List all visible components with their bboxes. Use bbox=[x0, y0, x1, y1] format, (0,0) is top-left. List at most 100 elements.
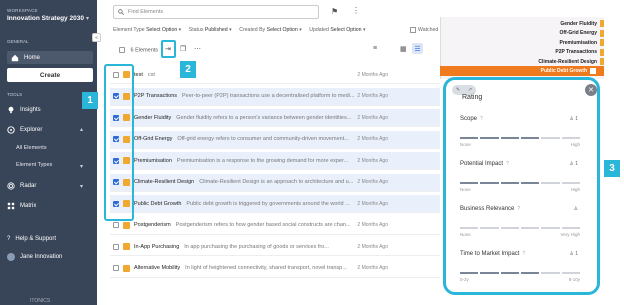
row-title[interactable]: In-App Purchasing bbox=[134, 244, 179, 250]
element-types-chevron-icon[interactable]: ▾ bbox=[80, 163, 83, 170]
info-icon[interactable]: ? bbox=[480, 116, 483, 122]
workspace-name[interactable]: Innovation Strategy 2030 bbox=[7, 15, 84, 22]
rating-segment[interactable] bbox=[541, 272, 560, 274]
rating-segment[interactable] bbox=[480, 182, 499, 184]
panel-scrollbar[interactable] bbox=[598, 140, 600, 164]
row-description: Off-grid energy refers to consumer and c… bbox=[177, 136, 349, 142]
select-all-checkbox[interactable] bbox=[119, 47, 125, 53]
sidebar-item-matrix[interactable]: Matrix bbox=[7, 202, 36, 210]
create-button[interactable]: Create bbox=[7, 68, 93, 82]
rating-segment[interactable] bbox=[541, 137, 560, 139]
rating-segment[interactable] bbox=[460, 272, 479, 274]
radar-chevron-icon[interactable]: ▾ bbox=[80, 183, 83, 190]
list-item[interactable]: Postgenderism Postgenderism refers to ho… bbox=[110, 217, 440, 235]
rating-segment[interactable] bbox=[460, 182, 479, 184]
sidebar-item-element-types[interactable]: Element Types bbox=[16, 162, 52, 168]
explorer-chevron-icon[interactable]: ▴ bbox=[80, 126, 83, 133]
element-type-icon bbox=[123, 221, 130, 229]
rating-segment[interactable] bbox=[561, 227, 580, 229]
sidebar-item-radar[interactable]: Radar bbox=[7, 182, 36, 190]
sidebar-item-home[interactable]: Home bbox=[7, 51, 93, 64]
rating-bar[interactable] bbox=[460, 227, 580, 229]
rating-segment[interactable] bbox=[520, 227, 540, 229]
rating-segment[interactable] bbox=[480, 272, 499, 274]
more-options-icon[interactable]: ⋮ bbox=[352, 6, 360, 15]
status-select[interactable]: Published bbox=[205, 27, 228, 33]
created-by-select[interactable]: Select Option bbox=[267, 27, 298, 33]
active-tag[interactable]: Public Debt Growth bbox=[440, 66, 604, 76]
tag-item[interactable]: P2P Transactions bbox=[555, 48, 604, 56]
edit-icon[interactable]: ✎ bbox=[456, 87, 460, 93]
row-title[interactable]: Gender Fluidity bbox=[134, 115, 171, 121]
info-icon[interactable]: ? bbox=[522, 251, 525, 257]
collapse-sidebar-button[interactable]: « bbox=[92, 33, 101, 42]
updated-select[interactable]: Select Option bbox=[330, 27, 361, 33]
tag-item[interactable]: Off-Grid Energy bbox=[559, 29, 604, 37]
search-input[interactable]: Find Elements bbox=[113, 5, 319, 19]
rating-segment[interactable] bbox=[480, 227, 499, 229]
rating-segment[interactable] bbox=[561, 272, 580, 274]
list-item[interactable]: In-App Purchasing In app purchasing the … bbox=[110, 238, 440, 256]
list-item[interactable]: Off-Grid Energy Off-grid energy refers t… bbox=[110, 130, 440, 149]
row-updated: 2 Months Ago bbox=[357, 243, 388, 250]
expand-icon[interactable]: ↗ bbox=[468, 87, 472, 93]
sidebar-user[interactable]: Jane Innovation bbox=[7, 253, 62, 261]
rating-segment[interactable] bbox=[520, 272, 540, 274]
list-item[interactable]: Alternative Mobility In light of heighte… bbox=[110, 260, 440, 278]
rating-segment[interactable] bbox=[500, 272, 519, 274]
sidebar-item-all-elements[interactable]: All Elements bbox=[16, 145, 47, 151]
bookmark-icon[interactable]: ⚑ bbox=[331, 7, 338, 16]
rating-segment[interactable] bbox=[541, 227, 560, 229]
list-item[interactable]: P2P Transactions Peer-to-peer (P2P) tran… bbox=[110, 87, 440, 106]
tag-item[interactable]: Gender Fluidity bbox=[560, 20, 604, 27]
list-item[interactable]: Gender Fluidity Gender fluidity refers t… bbox=[110, 109, 440, 127]
rating-segment[interactable] bbox=[500, 182, 519, 184]
rating-segment[interactable] bbox=[561, 182, 580, 184]
tag-item[interactable]: Premiumisation bbox=[559, 39, 604, 46]
rating-segment[interactable] bbox=[460, 137, 479, 139]
more-actions-icon[interactable]: ⋯ bbox=[194, 45, 201, 53]
rating-segment[interactable] bbox=[460, 227, 479, 229]
rating-segment[interactable] bbox=[500, 227, 519, 229]
row-title[interactable]: Premiumisation bbox=[134, 158, 172, 164]
sidebar-item-explorer[interactable]: Explorer bbox=[7, 126, 42, 134]
row-title[interactable]: Public Debt Growth bbox=[134, 201, 181, 207]
rating-segment[interactable] bbox=[520, 182, 540, 184]
sidebar-item-help[interactable]: ? Help & Support bbox=[7, 236, 56, 242]
grid-view-icon[interactable]: ▦ bbox=[400, 45, 407, 53]
rating-segment[interactable] bbox=[480, 137, 499, 139]
tag-item[interactable]: Climate-Resilient Design bbox=[538, 58, 604, 65]
row-title[interactable]: Off-Grid Energy bbox=[134, 136, 172, 142]
row-title[interactable]: Postgenderism bbox=[134, 222, 171, 228]
sort-icon[interactable]: ≡ bbox=[373, 45, 377, 52]
list-view-icon[interactable]: ☰ bbox=[412, 43, 423, 54]
rating-segment[interactable] bbox=[500, 137, 519, 139]
rating-segment[interactable] bbox=[561, 137, 580, 139]
rating-bar[interactable] bbox=[460, 182, 580, 184]
row-checkbox[interactable] bbox=[113, 222, 119, 228]
row-title[interactable]: P2P Transactions bbox=[134, 93, 177, 99]
list-item[interactable]: Climate-Resilient Design Climate-Resilie… bbox=[110, 173, 440, 192]
copy-icon[interactable]: ❐ bbox=[180, 45, 186, 53]
row-description: cst bbox=[147, 71, 155, 78]
list-item[interactable]: Premiumisation Premiumisation is a respo… bbox=[110, 152, 440, 170]
row-title[interactable]: Alternative Mobility bbox=[134, 265, 180, 271]
criterion-name: Time to Market Impact bbox=[460, 251, 520, 257]
info-icon[interactable]: ? bbox=[517, 206, 520, 212]
row-checkbox[interactable] bbox=[113, 265, 119, 271]
list-item[interactable]: Public Debt Growth Public debt growth is… bbox=[110, 195, 440, 213]
watched-checkbox[interactable] bbox=[410, 27, 416, 33]
rating-segment[interactable] bbox=[520, 137, 540, 139]
sidebar-item-insights[interactable]: Insights bbox=[7, 106, 41, 114]
row-title[interactable]: Climate-Resilient Design bbox=[134, 179, 194, 185]
rating-segment[interactable] bbox=[541, 182, 560, 184]
workspace-chevron-icon[interactable]: ▾ bbox=[86, 15, 89, 22]
list-item[interactable]: test cst 2 Months Ago bbox=[110, 66, 440, 84]
rating-bar[interactable] bbox=[460, 272, 580, 274]
close-icon[interactable]: ✕ bbox=[585, 84, 597, 96]
row-checkbox[interactable] bbox=[113, 243, 119, 250]
info-icon[interactable]: ? bbox=[506, 161, 509, 167]
row-title[interactable]: test bbox=[134, 72, 143, 78]
rating-bar[interactable] bbox=[460, 137, 580, 139]
element-type-select[interactable]: Select Option bbox=[146, 27, 177, 33]
